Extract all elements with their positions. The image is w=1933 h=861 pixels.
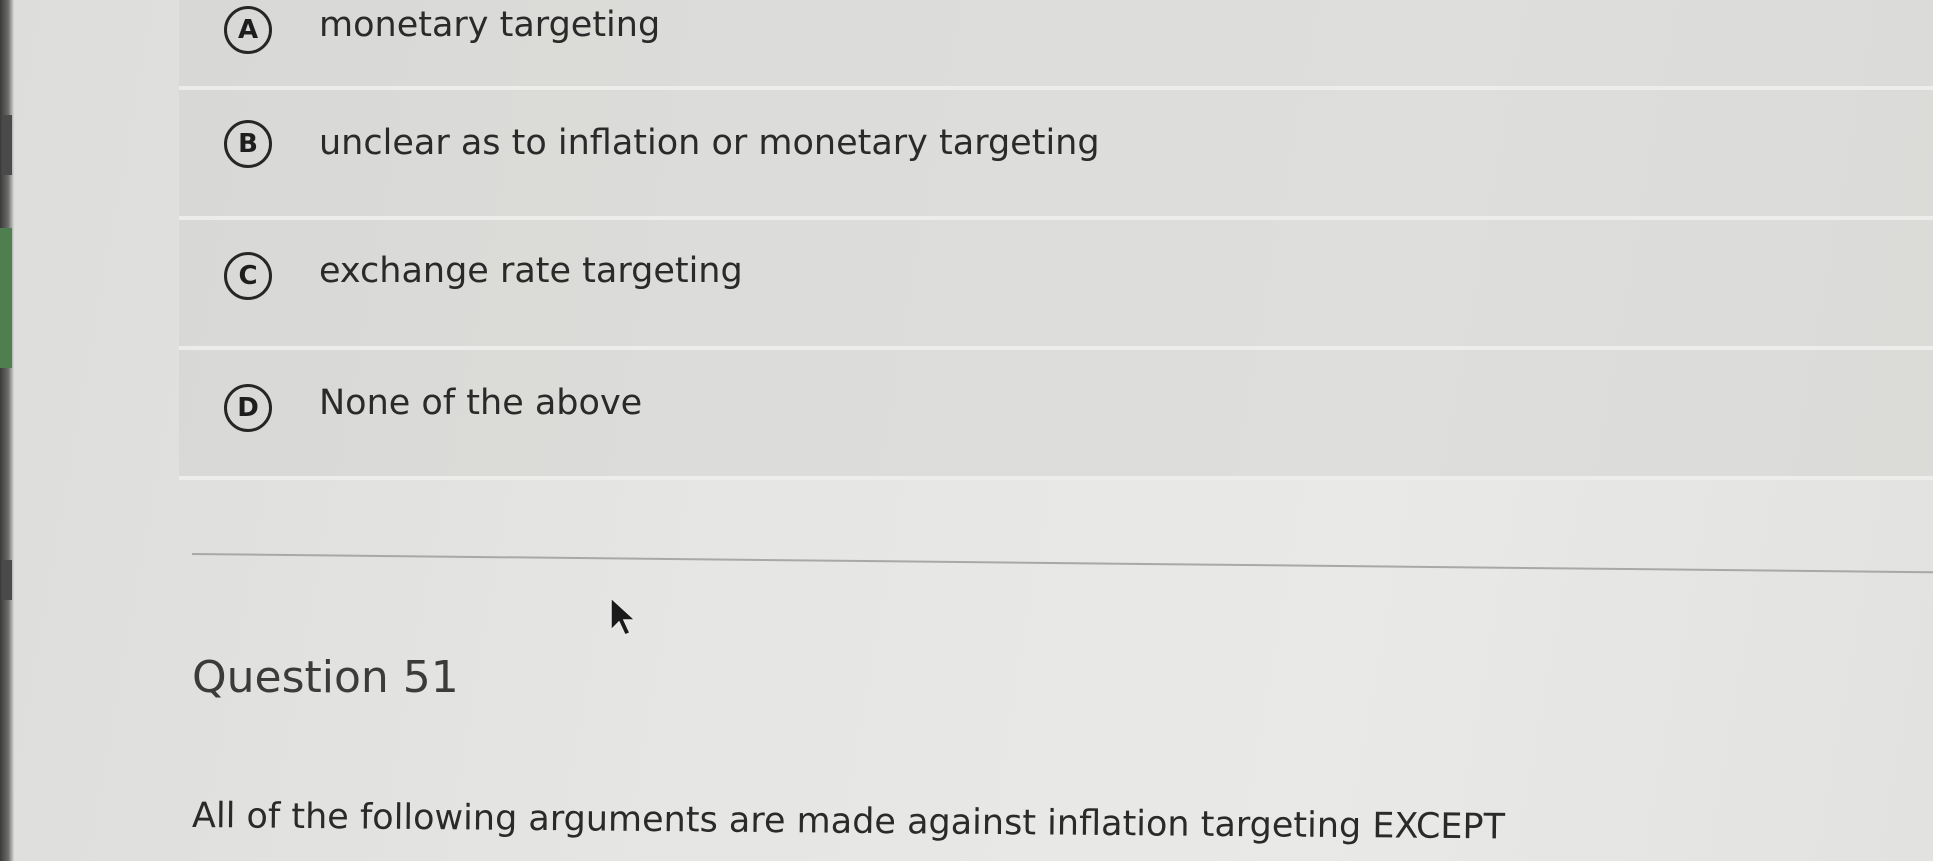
option-label: unclear as to inflation or monetary targ…	[319, 123, 1100, 163]
bezel-highlight	[0, 228, 12, 368]
option-label: monetary targeting	[319, 5, 661, 45]
option-label: exchange rate targeting	[319, 251, 743, 291]
question-title: Question 51	[192, 652, 459, 703]
monitor-bezel	[0, 0, 14, 861]
section-divider	[191, 553, 1933, 574]
option-letter-badge: C	[224, 252, 272, 300]
quiz-page: A monetary targeting B unclear as to inf…	[14, 0, 1933, 861]
bezel-mark	[2, 560, 12, 600]
option-letter-badge: A	[224, 6, 272, 54]
answer-option-b[interactable]: B unclear as to inflation or monetary ta…	[179, 90, 1933, 220]
bezel-mark	[2, 115, 12, 175]
option-letter-badge: D	[224, 384, 272, 432]
option-label: None of the above	[319, 383, 643, 423]
option-letter-badge: B	[224, 120, 272, 168]
answer-option-a[interactable]: A monetary targeting	[179, 0, 1933, 90]
mouse-pointer-icon	[610, 596, 637, 636]
question-prompt: All of the following arguments are made …	[191, 796, 1506, 848]
answer-option-d[interactable]: D None of the above	[179, 350, 1933, 480]
answer-options: A monetary targeting B unclear as to inf…	[179, 0, 1933, 480]
answer-option-c[interactable]: C exchange rate targeting	[179, 220, 1933, 350]
